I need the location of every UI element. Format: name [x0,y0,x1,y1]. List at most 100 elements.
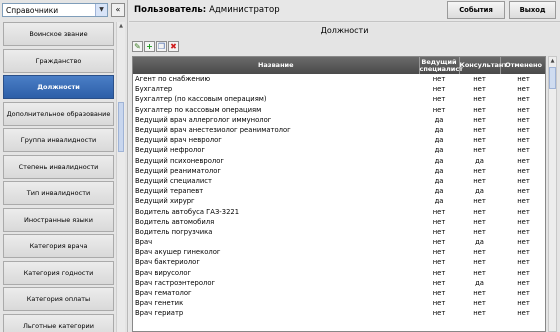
events-button[interactable]: События [447,1,505,19]
table-row[interactable]: Ведущий терапевт да да нет [133,186,545,196]
cell-consultant: нет [473,95,486,104]
table-row[interactable]: Врач генетик нет нет нет [133,298,545,308]
collapse-panel-button[interactable]: « [111,3,125,17]
table-row[interactable]: Ведущий хирург да нет нет [133,196,545,206]
cell-consultant: нет [473,146,486,155]
cell-lead-specialist: да [434,197,444,206]
column-header-lead-specialist[interactable]: Ведущий специалист [419,57,463,74]
cell-consultant: нет [473,105,486,114]
sidebar-item-positions[interactable]: Должности [3,75,114,99]
cell-consultant: да [475,278,484,287]
sidebar-scroll-thumb[interactable] [118,102,124,152]
table-row[interactable]: Ведущий врач невролог да нет нет [133,135,545,145]
table-row[interactable]: Ведущий врач аллерголог иммунолог да нет не… [133,115,545,125]
cell-cancelled: нет [517,207,530,216]
cell-name: Ведущий терапевт [135,187,204,196]
table-row[interactable]: Врач гериатр нет нет нет [133,308,545,318]
cell-lead-specialist: да [434,176,444,185]
exit-button[interactable]: Выход [509,1,556,19]
table-row[interactable]: Врач гематолог нет нет нет [133,288,545,298]
table-row[interactable]: Врач акушер гинеколог нет нет нет [133,247,545,257]
cell-name: Ведущий хирург [135,197,195,206]
sidebar-item-disability-group[interactable]: Группа инвалидности [3,128,114,152]
cell-lead-specialist: да [434,115,444,124]
cell-cancelled: нет [517,217,530,226]
cell-lead-specialist: да [434,166,444,175]
cell-lead-specialist: нет [432,258,446,267]
cell-cancelled: нет [517,126,530,135]
delete-icon[interactable]: ✖ [168,41,179,52]
table-row[interactable]: Ведущий реаниматолог да нет нет [133,166,545,176]
table-scrollbar[interactable]: ▲ [548,56,557,332]
cell-cancelled: нет [517,105,530,114]
table-row[interactable]: Врач бактериолог нет нет нет [133,257,545,267]
table-row[interactable]: Ведущий специалист да нет нет [133,176,545,186]
table-row[interactable]: Бухгалтер по кассовым операциям нет нет нет [133,105,545,115]
cell-consultant: нет [473,176,486,185]
cell-cancelled: нет [517,238,530,247]
user-label: Пользователь: Администратор [134,5,280,15]
cell-name: Ведущий врач невролог [135,136,222,145]
sidebar-item-payment-category[interactable]: Категория оплаты [3,287,114,311]
table-row[interactable]: Ведущий врач анестезиолог реаниматолог да… [133,125,545,135]
cell-consultant: да [475,156,484,165]
cell-name: Врач гематолог [135,289,192,298]
table-row[interactable]: Бухгалтер (по кассовым операциям) нет нет н… [133,94,545,104]
cell-name: Ведущий врач аллерголог иммунолог [135,115,272,124]
cell-consultant: да [475,187,484,196]
table-row[interactable]: Водитель автомобиля нет нет нет [133,217,545,227]
add-icon[interactable]: + [144,41,155,52]
sidebar-scrollbar[interactable]: ▲ [116,22,125,332]
cell-lead-specialist: да [434,136,444,145]
cell-cancelled: нет [517,248,530,257]
column-header-consultant[interactable]: Консультант [459,57,507,74]
dictionary-dropdown[interactable]: Справочники ▼ [2,3,108,17]
table-header-row: Название Ведущий специалист Консультант … [133,57,545,74]
table-row[interactable]: Ведущий психоневролог да да нет [133,156,545,166]
table-row[interactable]: Врач вирусолог нет нет нет [133,268,545,278]
sidebar-item-military-rank[interactable]: Воинское звание [3,22,114,46]
cell-name: Агент по снабжению [135,75,211,84]
cell-name: Врач генетик [135,299,184,308]
cell-consultant: нет [473,136,486,145]
cell-cancelled: нет [517,75,530,84]
edit-icon[interactable]: ✎ [132,41,143,52]
copy-icon[interactable]: ❐ [156,41,167,52]
cell-lead-specialist: нет [432,278,446,287]
cell-name: Ведущий нефролог [135,146,205,155]
sidebar-item-fitness-category[interactable]: Категория годности [3,260,114,285]
sidebar-item-disability-type[interactable]: Тип инвалидности [3,181,114,205]
sidebar-item-foreign-languages[interactable]: Иностранные языки [3,207,114,232]
cell-consultant: нет [473,268,486,277]
cell-name: Ведущий специалист [135,176,212,185]
scroll-up-icon[interactable]: ▲ [117,22,125,31]
sidebar-item-disability-degree[interactable]: Степень инвалидности [3,154,114,179]
cell-name: Бухгалтер (по кассовым операциям) [135,95,267,104]
cell-lead-specialist: да [434,126,444,135]
column-header-name[interactable]: Название [133,57,420,74]
table-row[interactable]: Водитель автобуса ГАЗ-3221 нет нет нет [133,206,545,216]
table-scroll-thumb[interactable] [549,67,556,89]
cell-name: Ведущий психоневролог [135,156,224,165]
cell-consultant: нет [473,258,486,267]
table-row[interactable]: Врач гастроэнтеролог нет да нет [133,278,545,288]
sidebar-item-benefit-categories[interactable]: Льготные категории [3,313,114,332]
table-row[interactable]: Водитель погрузчика нет нет нет [133,227,545,237]
cell-consultant: нет [473,126,486,135]
table-row[interactable]: Бухгалтер нет нет нет [133,84,545,94]
cell-name: Врач [135,238,153,247]
column-header-cancelled[interactable]: Отменено [500,57,545,74]
chevron-down-icon[interactable]: ▼ [95,4,107,16]
cell-lead-specialist: нет [432,238,446,247]
sidebar-item-doctor-category[interactable]: Категория врача [3,234,114,258]
cell-consultant: нет [473,115,486,124]
cell-consultant: нет [473,248,486,257]
table-row[interactable]: Ведущий нефролог да нет нет [133,145,545,155]
table-row[interactable]: Врач нет да нет [133,237,545,247]
cell-lead-specialist: нет [432,309,446,318]
page-title: Должности [320,26,369,35]
scroll-up-icon[interactable]: ▲ [549,57,556,66]
table-row[interactable]: Агент по снабжению нет нет нет [133,74,545,84]
sidebar-item-citizenship[interactable]: Гражданство [3,48,114,73]
sidebar-item-additional-education[interactable]: Дополнительное образование [3,101,114,126]
